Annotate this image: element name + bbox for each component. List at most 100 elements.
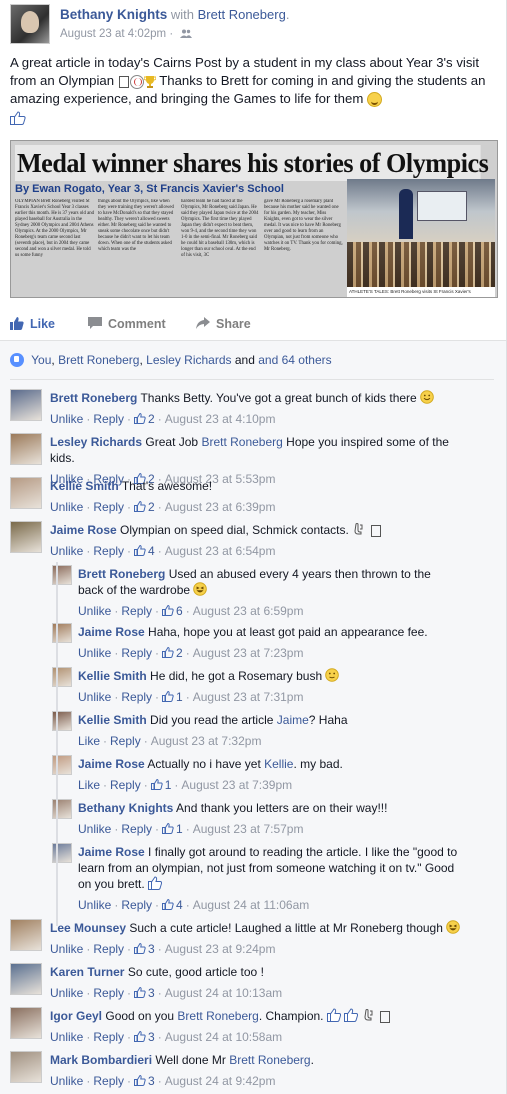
comment-unlike-link[interactable]: Unlike (78, 604, 111, 618)
commenter-name[interactable]: Brett Roneberg (50, 391, 137, 405)
commenter-name[interactable]: Lee Mounsey (50, 921, 126, 935)
commenter-avatar[interactable] (10, 1051, 42, 1083)
comment-timestamp[interactable]: August 23 at 6:54pm (165, 544, 276, 558)
comment-timestamp[interactable]: August 24 at 11:06am (193, 898, 310, 912)
author-avatar[interactable] (10, 4, 50, 44)
comment-reply-link[interactable]: Reply (110, 778, 141, 792)
comment-reply-link[interactable]: Reply (93, 412, 124, 426)
comment-unlike-link[interactable]: Unlike (50, 1074, 83, 1088)
comment-unlike-link[interactable]: Unlike (50, 942, 83, 956)
mention-link[interactable]: Brett Roneberg (229, 1053, 310, 1067)
commenter-name[interactable]: Mark Bombardieri (50, 1053, 152, 1067)
commenter-name[interactable]: Jaime Rose (78, 625, 145, 639)
comment-timestamp[interactable]: August 23 at 7:57pm (193, 822, 304, 836)
commenter-avatar[interactable] (10, 521, 42, 553)
comment-unlike-link[interactable]: Unlike (50, 500, 83, 514)
comment-unlike-link[interactable]: Unlike (50, 1030, 83, 1044)
comment-timestamp[interactable]: August 24 at 9:42pm (165, 1074, 276, 1088)
comment-timestamp[interactable]: August 23 at 4:10pm (165, 412, 276, 426)
commenter-name[interactable]: Igor Geyl (50, 1009, 102, 1023)
comment-like-count[interactable]: 2 (162, 646, 183, 660)
comment-unlike-link[interactable]: Unlike (78, 646, 111, 660)
commenter-avatar[interactable] (10, 477, 42, 509)
comment-reply-link[interactable]: Reply (93, 500, 124, 514)
comment-like-count[interactable]: 3 (134, 942, 155, 956)
comment-unlike-link[interactable]: Unlike (78, 822, 111, 836)
comment-like-count[interactable]: 6 (162, 604, 183, 618)
commenter-avatar[interactable] (10, 1007, 42, 1039)
liker-name[interactable]: Brett Roneberg (58, 353, 139, 367)
comment-reply-link[interactable]: Reply (93, 942, 124, 956)
comment-timestamp[interactable]: August 23 at 7:32pm (151, 734, 262, 748)
commenter-avatar[interactable] (10, 963, 42, 995)
comment-timestamp[interactable]: August 24 at 10:58am (165, 1030, 282, 1044)
comment-like-count[interactable]: 1 (162, 690, 183, 704)
commenter-name[interactable]: Lesley Richards (50, 435, 142, 449)
commenter-name[interactable]: Bethany Knights (78, 801, 173, 815)
commenter-name[interactable]: Kellie Smith (50, 479, 119, 493)
commenter-avatar[interactable] (52, 799, 72, 819)
liker-name[interactable]: Lesley Richards (146, 353, 231, 367)
comment-unlike-link[interactable]: Unlike (78, 898, 111, 912)
comment-unlike-link[interactable]: Unlike (50, 986, 83, 1000)
author-name[interactable]: Bethany Knights (60, 7, 167, 22)
comment-unlike-link[interactable]: Unlike (78, 690, 111, 704)
like-button[interactable]: Like (10, 317, 55, 331)
commenter-avatar[interactable] (52, 755, 72, 775)
liker-name[interactable]: You (31, 353, 51, 367)
comment-timestamp[interactable]: August 24 at 10:13am (165, 986, 282, 1000)
commenter-name[interactable]: Karen Turner (50, 965, 124, 979)
comment-reply-link[interactable]: Reply (121, 604, 152, 618)
comment-like-count[interactable]: 3 (134, 1030, 155, 1044)
post-timestamp[interactable]: August 23 at 4:02pm (60, 28, 166, 40)
comment-reply-link[interactable]: Reply (121, 822, 152, 836)
comment-timestamp[interactable]: August 23 at 7:31pm (193, 690, 304, 704)
friends-audience-icon[interactable] (180, 29, 193, 39)
mention-link[interactable]: Brett Roneberg (201, 435, 282, 449)
commenter-name[interactable]: Brett Roneberg (78, 567, 165, 581)
commenter-name[interactable]: Kellie Smith (78, 713, 147, 727)
commenter-name[interactable]: Jaime Rose (78, 757, 145, 771)
comment-like-count[interactable]: 3 (134, 986, 155, 1000)
comment-reply-link[interactable]: Reply (93, 1030, 124, 1044)
comment-like-count[interactable]: 1 (150, 778, 171, 792)
comment-like-count[interactable]: 1 (162, 822, 183, 836)
comment-like-count[interactable]: 3 (134, 1074, 155, 1088)
comment-timestamp[interactable]: August 23 at 6:39pm (165, 500, 276, 514)
commenter-avatar[interactable] (10, 433, 42, 465)
comment-button[interactable]: Comment (88, 317, 166, 331)
newspaper-article-image[interactable]: Medal winner shares his stories of Olymp… (10, 140, 498, 298)
mention-link[interactable]: Brett Roneberg (177, 1009, 258, 1023)
commenter-avatar[interactable] (10, 919, 42, 951)
mention-link[interactable]: Kellie (264, 757, 293, 771)
comment-like-link[interactable]: Like (78, 778, 100, 792)
comment-unlike-link[interactable]: Unlike (50, 412, 83, 426)
comment-reply-link[interactable]: Reply (121, 898, 152, 912)
comment-like-link[interactable]: Like (78, 734, 100, 748)
comment-like-count[interactable]: 4 (162, 898, 183, 912)
commenter-name[interactable]: Kellie Smith (78, 669, 147, 683)
comment-like-count[interactable]: 4 (134, 544, 155, 558)
commenter-name[interactable]: Jaime Rose (50, 523, 117, 537)
comment-like-count[interactable]: 2 (134, 500, 155, 514)
mention-link[interactable]: Jaime (277, 713, 309, 727)
comment-timestamp[interactable]: August 23 at 7:23pm (193, 646, 304, 660)
comment-timestamp[interactable]: August 23 at 6:59pm (193, 604, 304, 618)
commenter-avatar[interactable] (52, 623, 72, 643)
comment-reply-link[interactable]: Reply (93, 1074, 124, 1088)
comment-reply-link[interactable]: Reply (93, 544, 124, 558)
comment-reply-link[interactable]: Reply (121, 690, 152, 704)
commenter-avatar[interactable] (52, 843, 72, 863)
commenter-avatar[interactable] (10, 389, 42, 421)
share-button[interactable]: Share (196, 317, 251, 331)
commenter-avatar[interactable] (52, 667, 72, 687)
commenter-name[interactable]: Jaime Rose (78, 845, 145, 859)
tagged-name[interactable]: Brett Roneberg (198, 7, 286, 22)
comment-reply-link[interactable]: Reply (121, 646, 152, 660)
comment-timestamp[interactable]: August 23 at 7:39pm (181, 778, 292, 792)
commenter-avatar[interactable] (52, 711, 72, 731)
comment-timestamp[interactable]: August 23 at 9:24pm (165, 942, 276, 956)
comment-reply-link[interactable]: Reply (93, 986, 124, 1000)
comment-reply-link[interactable]: Reply (110, 734, 141, 748)
commenter-avatar[interactable] (52, 565, 72, 585)
